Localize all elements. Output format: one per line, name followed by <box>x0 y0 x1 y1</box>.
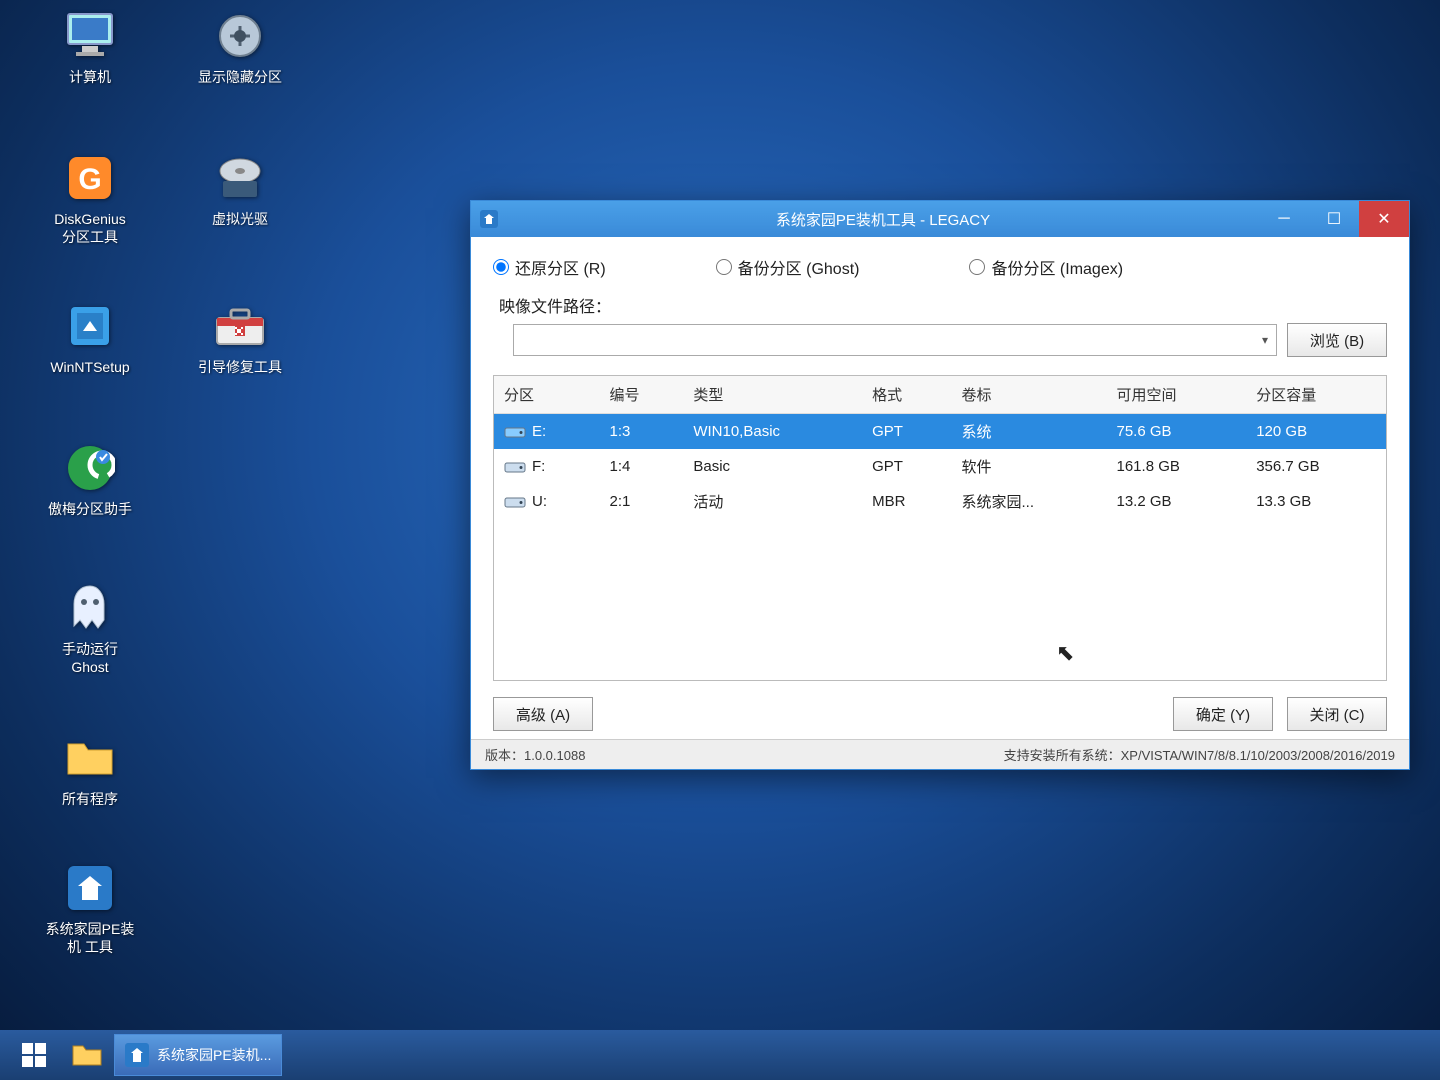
icon-ghost[interactable]: 手动运行 Ghost <box>30 580 150 676</box>
cancel-button[interactable]: 关闭 (C) <box>1287 697 1387 731</box>
app-icon <box>471 210 507 228</box>
close-button[interactable]: ✕ <box>1359 201 1409 237</box>
aomei-icon <box>62 440 118 496</box>
icon-label: 显示隐藏分区 <box>198 68 282 86</box>
browse-button[interactable]: 浏览 (B) <box>1287 323 1387 357</box>
table-row[interactable]: U:2:1活动MBR系统家园...13.2 GB13.3 GB <box>494 484 1386 519</box>
diskgenius-icon: G <box>62 150 118 206</box>
ok-button[interactable]: 确定 (Y) <box>1173 697 1273 731</box>
image-path-combo[interactable]: ▾ <box>513 324 1277 356</box>
chevron-down-icon: ▾ <box>1262 333 1268 347</box>
start-button[interactable] <box>8 1034 60 1076</box>
monitor-icon <box>62 8 118 64</box>
icon-label: DiskGenius 分区工具 <box>54 210 126 246</box>
icon-label: WinNTSetup <box>50 358 129 376</box>
partition-table[interactable]: 分区编号类型格式卷标可用空间分区容量 E:1:3WIN10,BasicGPT系统… <box>493 375 1387 681</box>
statusbar: 版本：1.0.0.1088 支持安装所有系统：XP/VISTA/WIN7/8/8… <box>471 739 1409 769</box>
col-header[interactable]: 分区容量 <box>1246 376 1386 414</box>
col-header[interactable]: 可用空间 <box>1107 376 1247 414</box>
icon-virtual-cd[interactable]: 虚拟光驱 <box>180 150 300 228</box>
toolbox-icon <box>212 298 268 354</box>
radio-backup-imagex[interactable]: 备份分区 (Imagex) <box>969 255 1123 279</box>
icon-show-hidden-partition[interactable]: 显示隐藏分区 <box>180 8 300 86</box>
file-explorer-button[interactable] <box>66 1034 108 1076</box>
icon-label: 所有程序 <box>62 790 118 808</box>
table-row[interactable]: F:1:4BasicGPT软件161.8 GB356.7 GB <box>494 449 1386 484</box>
taskbar-item-pe-installer[interactable]: 系统家园PE装机... <box>114 1034 282 1076</box>
radio-restore[interactable]: 还原分区 (R) <box>493 255 606 279</box>
cd-icon <box>212 150 268 206</box>
winntsetup-icon <box>62 298 118 354</box>
icon-label: 系统家园PE装 机 工具 <box>46 920 135 956</box>
col-header[interactable]: 编号 <box>600 376 684 414</box>
icon-label: 计算机 <box>69 68 111 86</box>
advanced-button[interactable]: 高级 (A) <box>493 697 593 731</box>
icon-label: 虚拟光驱 <box>212 210 268 228</box>
radio-backup-ghost[interactable]: 备份分区 (Ghost) <box>716 255 860 279</box>
icon-label: 引导修复工具 <box>198 358 282 376</box>
icon-aomei-partition[interactable]: 傲梅分区助手 <box>30 440 150 518</box>
pe-installer-window: 系统家园PE装机工具 - LEGACY ─ ☐ ✕ 还原分区 (R) 备份分区 … <box>470 200 1410 770</box>
mode-radios: 还原分区 (R) 备份分区 (Ghost) 备份分区 (Imagex) <box>493 255 1387 279</box>
svg-text:G: G <box>78 163 101 196</box>
window-body: 还原分区 (R) 备份分区 (Ghost) 备份分区 (Imagex) 映像文件… <box>471 237 1409 739</box>
version-text: 版本：1.0.0.1088 <box>485 745 585 764</box>
col-header[interactable]: 类型 <box>683 376 862 414</box>
icon-computer[interactable]: 计算机 <box>30 8 150 86</box>
ghost-icon <box>62 580 118 636</box>
icon-pe-installer[interactable]: 系统家园PE装 机 工具 <box>30 860 150 956</box>
col-header[interactable]: 卷标 <box>952 376 1107 414</box>
table-row[interactable]: E:1:3WIN10,BasicGPT系统75.6 GB120 GB <box>494 414 1386 450</box>
partition-icon <box>212 8 268 64</box>
taskbar: 系统家园PE装机... <box>0 1030 1440 1080</box>
icon-label: 傲梅分区助手 <box>48 500 132 518</box>
icon-boot-repair[interactable]: 引导修复工具 <box>180 298 300 376</box>
support-text: 支持安装所有系统：XP/VISTA/WIN7/8/8.1/10/2003/200… <box>1004 745 1395 764</box>
icon-label: 手动运行 Ghost <box>62 640 118 676</box>
taskbar-item-label: 系统家园PE装机... <box>157 1045 271 1065</box>
icon-diskgenius[interactable]: G DiskGenius 分区工具 <box>30 150 150 246</box>
image-path-label: 映像文件路径： <box>499 293 611 317</box>
titlebar[interactable]: 系统家园PE装机工具 - LEGACY ─ ☐ ✕ <box>471 201 1409 237</box>
maximize-button[interactable]: ☐ <box>1309 201 1359 237</box>
pe-installer-icon <box>62 860 118 916</box>
folder-icon <box>62 730 118 786</box>
col-header[interactable]: 格式 <box>862 376 951 414</box>
minimize-button[interactable]: ─ <box>1259 201 1309 237</box>
col-header[interactable]: 分区 <box>494 376 600 414</box>
icon-winntsetup[interactable]: WinNTSetup <box>30 298 150 376</box>
window-title: 系统家园PE装机工具 - LEGACY <box>507 209 1259 230</box>
icon-all-programs[interactable]: 所有程序 <box>30 730 150 808</box>
